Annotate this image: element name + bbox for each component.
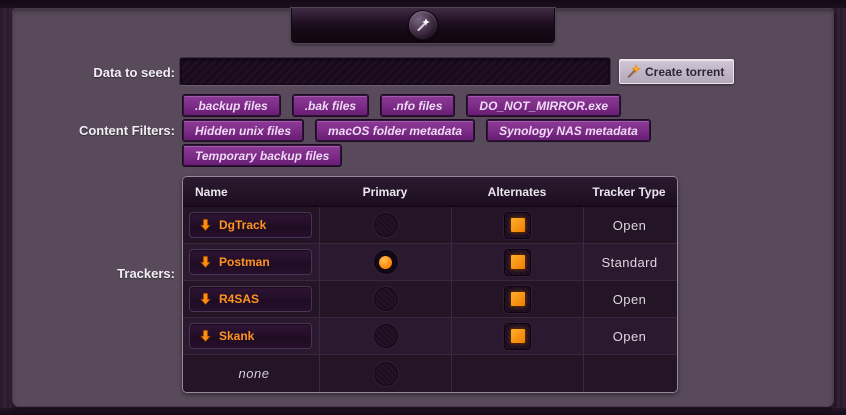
primary-radio[interactable] xyxy=(375,325,397,347)
column-header: Primary xyxy=(319,185,451,199)
create-torrent-label: Create torrent xyxy=(645,65,724,79)
content-filter-chips: .backup files .bak files .nfo files DO_NOT_… xyxy=(183,95,683,166)
alternates-checkbox[interactable] xyxy=(505,250,530,275)
tracker-type-cell: Standard xyxy=(583,244,675,280)
checkbox-fill xyxy=(511,218,525,232)
create-torrent-button[interactable]: Create torrent xyxy=(619,59,734,84)
download-arrow-icon xyxy=(199,329,212,343)
data-to-seed-label: Data to seed: xyxy=(20,65,175,80)
column-header: Tracker Type xyxy=(583,185,675,199)
content-filter-chip[interactable]: .backup files xyxy=(183,95,280,116)
alternates-cell xyxy=(451,355,583,392)
primary-radio[interactable] xyxy=(375,214,397,236)
alternates-checkbox[interactable] xyxy=(505,287,530,312)
content-filters-label: Content Filters: xyxy=(20,123,175,138)
magic-wand-knob-button[interactable] xyxy=(408,10,438,40)
primary-radio[interactable] xyxy=(375,288,397,310)
main-panel: Data to seed: Create torrent Content Fil… xyxy=(12,8,834,407)
tracker-name-cell: R4SAS xyxy=(183,281,319,317)
tracker-row: Postman Standard xyxy=(183,244,677,281)
top-header-bar xyxy=(291,8,555,43)
column-header: Name xyxy=(183,185,319,199)
download-arrow-icon xyxy=(199,292,212,306)
content-filter-chip[interactable]: Temporary backup files xyxy=(183,145,341,166)
tracker-table-body: DgTrack Open Postman xyxy=(183,207,677,392)
primary-radio[interactable] xyxy=(375,363,397,385)
primary-cell xyxy=(319,318,451,354)
trackers-label: Trackers: xyxy=(20,266,175,281)
content-filter-chip[interactable]: .nfo files xyxy=(381,95,454,116)
tracker-table-header: NamePrimaryAlternatesTracker Type xyxy=(183,177,677,207)
checkbox-fill xyxy=(511,255,525,269)
tracker-name-cell: none xyxy=(183,355,319,392)
alternates-cell xyxy=(451,207,583,243)
radio-dot xyxy=(379,256,392,269)
tracker-type-value: Open xyxy=(613,218,646,233)
magic-wand-icon xyxy=(626,64,641,79)
tracker-type-value: Open xyxy=(613,329,646,344)
tracker-type-value: Open xyxy=(613,292,646,307)
tracker-name-button[interactable]: Postman xyxy=(189,249,312,275)
content-filter-chip[interactable]: Synology NAS metadata xyxy=(487,120,650,141)
tracker-name-cell: Postman xyxy=(183,244,319,280)
alternates-checkbox[interactable] xyxy=(505,324,530,349)
primary-cell xyxy=(319,355,451,392)
tracker-name-label: DgTrack xyxy=(219,218,266,232)
alternates-cell xyxy=(451,244,583,280)
tracker-name-label: R4SAS xyxy=(219,292,259,306)
tracker-row: R4SAS Open xyxy=(183,281,677,318)
content-filter-chip[interactable]: macOS folder metadata xyxy=(316,120,474,141)
column-header: Alternates xyxy=(451,185,583,199)
tracker-type-cell: Open xyxy=(583,207,675,243)
tracker-row: none xyxy=(183,355,677,392)
magic-wand-icon xyxy=(415,17,431,33)
data-to-seed-input[interactable] xyxy=(180,58,610,85)
tracker-type-cell xyxy=(583,355,675,392)
tracker-name-cell: DgTrack xyxy=(183,207,319,243)
alternates-cell xyxy=(451,281,583,317)
alternates-checkbox[interactable] xyxy=(505,213,530,238)
tracker-row: DgTrack Open xyxy=(183,207,677,244)
checkbox-fill xyxy=(511,292,525,306)
tracker-name-label: Postman xyxy=(219,255,270,269)
tracker-name-cell: Skank xyxy=(183,318,319,354)
tracker-row: Skank Open xyxy=(183,318,677,355)
alternates-cell xyxy=(451,318,583,354)
tracker-name-label: Skank xyxy=(219,329,254,343)
primary-cell xyxy=(319,244,451,280)
download-arrow-icon xyxy=(199,255,212,269)
primary-cell xyxy=(319,207,451,243)
tracker-type-cell: Open xyxy=(583,281,675,317)
checkbox-fill xyxy=(511,329,525,343)
content-filter-chip[interactable]: DO_NOT_MIRROR.exe xyxy=(467,95,620,116)
tracker-name-button[interactable]: DgTrack xyxy=(189,212,312,238)
tracker-type-value: Standard xyxy=(602,255,658,270)
tracker-name-button[interactable]: R4SAS xyxy=(189,286,312,312)
tracker-table: NamePrimaryAlternatesTracker Type DgTrac… xyxy=(182,176,678,393)
content-filter-chip[interactable]: .bak files xyxy=(293,95,368,116)
download-arrow-icon xyxy=(199,218,212,232)
tracker-name-button[interactable]: Skank xyxy=(189,323,312,349)
primary-cell xyxy=(319,281,451,317)
content-filter-chip[interactable]: Hidden unix files xyxy=(183,120,303,141)
tracker-type-cell: Open xyxy=(583,318,675,354)
tracker-none-label: none xyxy=(189,366,319,381)
primary-radio[interactable] xyxy=(375,251,397,273)
